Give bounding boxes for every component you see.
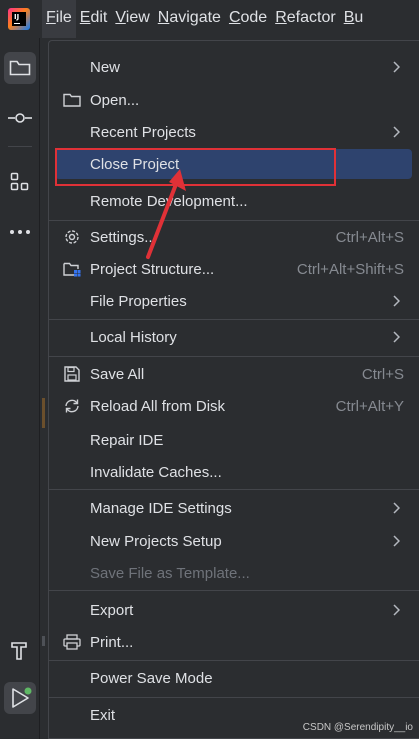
menu-separator — [49, 489, 419, 490]
run-icon[interactable] — [4, 682, 36, 714]
menu-item-label: New Projects Setup — [90, 532, 222, 550]
menu-item-reload-all[interactable]: Reload All from Disk Ctrl+Alt+Y — [55, 391, 412, 421]
menu-item-label: Repair IDE — [90, 431, 164, 449]
menu-edit[interactable]: Edit — [76, 0, 112, 38]
menu-item-label: Open... — [90, 91, 140, 109]
menu-bar: IJ File Edit View Navigate Code Refactor… — [0, 0, 419, 38]
menu-separator — [49, 590, 419, 591]
shortcut-label: Ctrl+Alt+Y — [335, 397, 404, 415]
menu-item-label: Power Save Mode — [90, 669, 213, 687]
menu-item-settings[interactable]: Settings... Ctrl+Alt+S — [55, 222, 412, 252]
chevron-right-icon — [393, 502, 400, 514]
menu-item-label: Recent Projects — [90, 123, 196, 141]
menu-refactor[interactable]: Refactor — [271, 0, 339, 38]
menu-item-label: Invalidate Caches... — [90, 463, 222, 481]
menu-item-label: Local History — [90, 328, 177, 346]
menu-separator — [49, 220, 419, 221]
menu-item-label: Print... — [90, 633, 134, 651]
watermark-text: CSDN @Serendipity__io — [302, 722, 413, 733]
save-icon — [64, 366, 80, 382]
chevron-right-icon — [393, 126, 400, 138]
annotation-arrow-icon — [146, 169, 186, 259]
gear-icon — [65, 230, 79, 244]
menu-item-open[interactable]: Open... — [55, 85, 412, 115]
menu-item-print[interactable]: Print... — [55, 627, 412, 657]
menu-separator — [49, 660, 419, 661]
menu-item-export[interactable]: Export — [55, 595, 412, 625]
menu-view[interactable]: View — [111, 0, 153, 38]
shortcut-label: Ctrl+Alt+S — [335, 228, 404, 246]
menu-item-label: Export — [90, 601, 134, 619]
menu-item-label: New — [90, 58, 121, 76]
shortcut-label: Ctrl+Alt+Shift+S — [296, 260, 404, 278]
menu-separator — [49, 319, 419, 320]
splitter-handle[interactable] — [42, 636, 45, 646]
menu-item-label: Manage IDE Settings — [90, 499, 232, 517]
chevron-right-icon — [393, 61, 400, 73]
editor-edge-marker — [42, 398, 45, 428]
menu-item-project-structure[interactable]: Project Structure... Ctrl+Alt+Shift+S — [55, 254, 412, 284]
menu-item-save-all[interactable]: Save All Ctrl+S — [55, 359, 412, 389]
commit-icon[interactable] — [4, 102, 36, 134]
menu-item-save-file-as-template: Save File as Template... — [55, 558, 412, 588]
menu-item-power-save-mode[interactable]: Power Save Mode — [55, 663, 412, 693]
build-hammer-icon[interactable] — [4, 634, 36, 666]
menu-item-file-properties[interactable]: File Properties — [55, 286, 412, 316]
menu-item-label: Save File as Template... — [90, 564, 250, 582]
left-tool-strip — [0, 38, 40, 739]
menu-item-label: Save All — [90, 365, 145, 383]
reload-icon — [65, 399, 79, 413]
menu-code[interactable]: Code — [225, 0, 271, 38]
project-structure-icon — [63, 262, 81, 277]
folder-icon — [63, 93, 81, 107]
more-icon[interactable] — [4, 216, 36, 248]
menu-item-remote-development[interactable]: Remote Development... — [55, 186, 412, 216]
chevron-right-icon — [393, 535, 400, 547]
menu-separator — [49, 356, 419, 357]
menu-item-label: Reload All from Disk — [90, 397, 226, 415]
menu-item-new-projects-setup[interactable]: New Projects Setup — [55, 526, 412, 556]
chevron-right-icon — [393, 331, 400, 343]
chevron-right-icon — [393, 604, 400, 616]
shortcut-label: Ctrl+S — [361, 365, 404, 383]
tool-strip-divider — [8, 146, 32, 147]
structure-icon[interactable] — [4, 166, 36, 198]
menu-item-label: File Properties — [90, 292, 187, 310]
menu-item-manage-ide-settings[interactable]: Manage IDE Settings — [55, 493, 412, 523]
menu-item-local-history[interactable]: Local History — [55, 322, 412, 352]
menu-build[interactable]: Bu — [340, 0, 368, 38]
menu-file[interactable]: File — [42, 0, 76, 38]
print-icon — [63, 634, 81, 650]
menu-separator — [49, 697, 419, 698]
menu-item-invalidate-caches[interactable]: Invalidate Caches... — [55, 457, 412, 487]
menu-item-new[interactable]: New — [55, 52, 412, 82]
menu-navigate[interactable]: Navigate — [154, 0, 225, 38]
menu-item-repair-ide[interactable]: Repair IDE — [55, 425, 412, 455]
file-menu-dropdown: New Open... Recent Projects Close Projec… — [48, 40, 419, 739]
menu-item-recent-projects[interactable]: Recent Projects — [55, 117, 412, 147]
chevron-right-icon — [393, 295, 400, 307]
annotation-highlight-box — [55, 148, 336, 186]
menu-item-label: Exit — [90, 706, 116, 724]
intellij-logo-icon[interactable]: IJ — [8, 8, 30, 30]
project-folder-icon[interactable] — [4, 52, 36, 84]
